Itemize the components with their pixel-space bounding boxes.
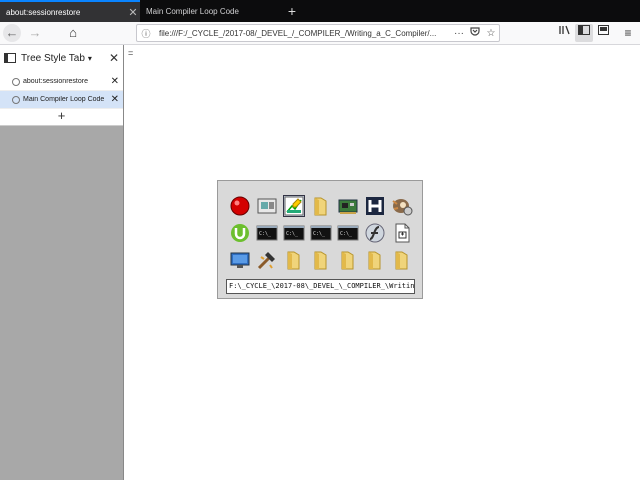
tree-style-tab-sidebar: Tree Style Tab ▾ ✕ about:sessionrestore … [0,45,124,480]
launcher-popup: C:\_ C:\_ C:\_ C:\_ F:\_CYCLE_\2017-08\_… [217,180,423,299]
bookmark-star-icon[interactable]: ☆ [483,28,499,39]
launcher-path-field[interactable]: F:\_CYCLE_\2017-08\_DEVEL_\_COMPILER_\Wr… [226,279,415,294]
network-card-icon[interactable] [337,195,359,217]
new-tab-button[interactable]: + [284,0,300,22]
home-button[interactable]: ⌂ [64,24,82,42]
sidebar-tab-list: about:sessionrestore ✕ Main Compiler Loo… [0,71,123,126]
svg-text:C:\_: C:\_ [286,231,299,237]
tab-label: about:sessionrestore [6,7,81,17]
chevron-down-icon[interactable]: ▾ [88,54,92,63]
svg-text:C:\_: C:\_ [340,231,353,237]
folder-icon[interactable] [337,249,359,271]
hammer-tool-icon[interactable] [256,249,278,271]
back-button[interactable]: ← [3,24,21,42]
svg-text:C:\_: C:\_ [313,231,326,237]
flash-icon[interactable] [364,222,386,244]
document-icon[interactable] [391,222,413,244]
folder-icon[interactable] [364,249,386,271]
sidebar-tab-label: Main Compiler Loop Code [23,96,105,103]
sidebar-panel-icon [4,53,16,63]
tab-strip: about:sessionrestore ✕ Main Compiler Loo… [0,0,640,22]
close-sidebar-icon[interactable]: ✕ [109,51,119,65]
chart-app-icon[interactable] [283,195,305,217]
close-tab-icon[interactable]: ✕ [111,76,119,87]
url-bar[interactable]: ⓘ ··· ☆ [136,24,500,42]
page-favicon-icon [12,95,20,104]
sidebar-tab-item[interactable]: about:sessionrestore ✕ [0,73,123,91]
folder-icon[interactable] [283,249,305,271]
folder-icon[interactable] [391,249,413,271]
library-icon[interactable] [556,24,574,42]
nav-bar: ← → ⌂ ⓘ ··· ☆ ≡ [0,22,640,45]
window-app-icon[interactable] [256,195,278,217]
close-tab-icon[interactable]: ✕ [126,6,140,19]
page-favicon-icon [12,77,20,86]
tab-main-compiler[interactable]: Main Compiler Loop Code [140,0,280,22]
terminal-icon[interactable]: C:\_ [256,222,278,244]
utorrent-icon[interactable] [229,222,251,244]
monitor-icon[interactable] [229,249,251,271]
content-marker: = [128,48,134,58]
record-icon[interactable] [229,195,251,217]
sidebar-new-tab-button[interactable]: + [0,109,123,126]
sidebar-toggle-icon[interactable] [575,24,593,42]
sidebar-tab-label: about:sessionrestore [23,78,88,85]
extension-icon[interactable] [594,24,612,42]
terminal-icon[interactable]: C:\_ [337,222,359,244]
sidebar-title[interactable]: Tree Style Tab [21,53,85,64]
tab-sessionrestore[interactable]: about:sessionrestore ✕ [0,0,140,22]
page-actions-icon[interactable]: ··· [451,28,467,39]
sidebar-tab-item[interactable]: Main Compiler Loop Code ✕ [0,91,123,109]
pocket-icon[interactable] [467,27,483,39]
hamburger-menu-icon[interactable]: ≡ [619,24,637,42]
terminal-icon[interactable]: C:\_ [310,222,332,244]
terminal-icon[interactable]: C:\_ [283,222,305,244]
info-icon[interactable]: ⓘ [139,27,153,40]
forward-button[interactable]: → [26,24,44,42]
url-input[interactable] [153,28,451,38]
folder-icon[interactable] [310,195,332,217]
tab-label: Main Compiler Loop Code [146,6,239,16]
sidebar-header: Tree Style Tab ▾ ✕ [0,45,123,71]
svg-text:C:\_: C:\_ [259,231,272,237]
gimp-icon[interactable] [391,195,413,217]
close-tab-icon[interactable]: ✕ [111,94,119,105]
h-app-icon[interactable] [364,195,386,217]
folder-icon[interactable] [310,249,332,271]
